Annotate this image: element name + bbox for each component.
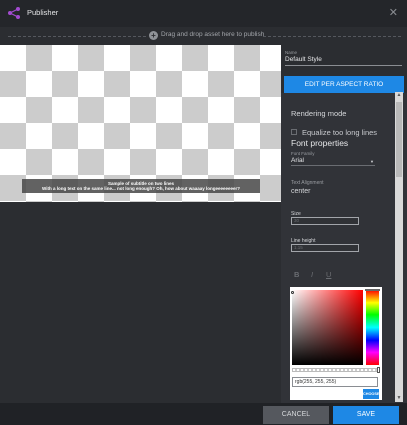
underline-icon[interactable]: U (326, 270, 331, 279)
scrollbar[interactable]: ▲ ▼ (395, 92, 403, 402)
drop-zone-hint: Drag and drop asset here to publish (161, 31, 265, 38)
subtitle-sample: Sample of subtitle on two lines With a l… (22, 179, 260, 193)
name-label: Name (285, 50, 298, 55)
window-title: Publisher (27, 8, 59, 17)
name-field-underline (285, 65, 402, 66)
text-alignment-label: Text Alignment (291, 180, 324, 186)
drop-zone-divider-right (263, 36, 401, 37)
saturation-value-area[interactable] (291, 290, 363, 365)
subtitle-preview: Sample of subtitle on two lines With a l… (0, 45, 281, 202)
italic-icon[interactable]: I (311, 270, 313, 279)
title-bar: Publisher ✕ (0, 0, 407, 27)
font-family-label: Font Family (291, 151, 315, 156)
color-picker: rgb(255, 255, 255) CHOOSE (290, 287, 382, 400)
scrollbar-thumb[interactable] (396, 102, 402, 177)
hue-slider[interactable] (366, 290, 379, 365)
bold-icon[interactable]: B (294, 270, 299, 279)
font-family-select[interactable]: Arial (291, 157, 304, 164)
style-panel: Name Default Style EDIT PER ASPECT RATIO… (281, 45, 407, 403)
size-input[interactable]: 30 (291, 217, 359, 225)
scroll-down-icon[interactable]: ▼ (395, 395, 403, 402)
chevron-down-icon[interactable]: ▼ (370, 159, 374, 164)
font-properties-heading: Font properties (291, 138, 349, 148)
share-icon (8, 7, 20, 19)
line-height-input[interactable]: 1.15 (291, 244, 359, 252)
close-icon[interactable]: ✕ (389, 6, 398, 20)
cancel-button[interactable]: CANCEL (263, 406, 329, 424)
edit-per-aspect-ratio-button[interactable]: EDIT PER ASPECT RATIO (284, 76, 404, 93)
subtitle-line-2: With a long text on the same line... not… (42, 186, 240, 191)
name-field[interactable]: Default Style (285, 56, 322, 63)
color-value-input[interactable]: rgb(255, 255, 255) (292, 377, 378, 387)
drop-zone[interactable]: + Drag and drop asset here to publish (0, 27, 407, 45)
plus-icon: + (149, 31, 158, 40)
saturation-handle[interactable] (291, 291, 294, 294)
choose-button[interactable]: CHOOSE (363, 389, 379, 399)
hue-handle[interactable] (365, 289, 380, 291)
scroll-up-icon[interactable]: ▲ (395, 92, 403, 99)
footer: CANCEL SAVE (0, 403, 407, 425)
rendering-mode-heading: Rendering mode (291, 109, 347, 118)
equalize-checkbox[interactable] (291, 129, 297, 135)
text-alignment-value[interactable]: center (291, 188, 310, 195)
equalize-label: Equalize too long lines (302, 128, 378, 137)
drop-zone-divider-left (8, 36, 146, 37)
font-family-underline (291, 165, 375, 166)
alpha-handle[interactable] (377, 367, 380, 373)
save-button[interactable]: SAVE (333, 406, 399, 424)
alpha-slider[interactable] (292, 368, 379, 372)
